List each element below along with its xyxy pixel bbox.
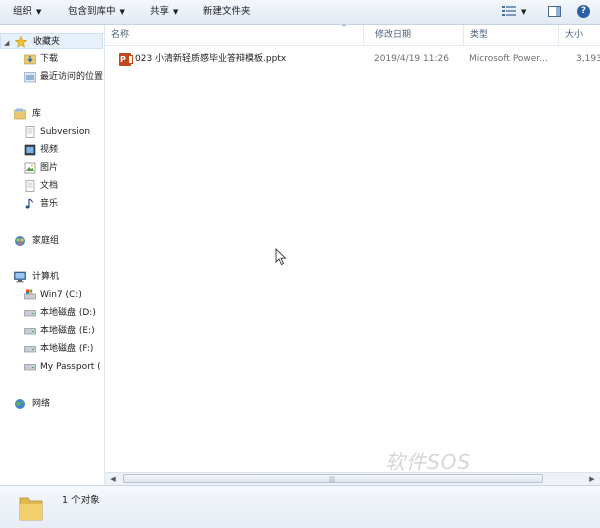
hard-drive-icon <box>24 310 36 317</box>
sidebar-item-label: 音乐 <box>40 199 59 209</box>
chevron-down-icon: ▼ <box>119 8 125 16</box>
view-options-button[interactable] <box>502 6 516 18</box>
hard-drive-icon <box>24 346 36 353</box>
view-list-icon <box>502 6 516 16</box>
sidebar-item-label: 本地磁盘 (D:) <box>40 308 96 318</box>
collapse-arrow-icon[interactable]: ◢ <box>4 35 9 51</box>
homegroup-icon <box>15 236 25 246</box>
downloads-folder-icon <box>24 54 36 65</box>
column-modified-label: 修改日期 <box>375 30 412 40</box>
library-icon <box>14 108 26 120</box>
column-size-label: 大小 <box>565 30 584 40</box>
picture-icon <box>24 162 36 174</box>
sidebar-item-favorites[interactable]: ◢ 收藏夹 <box>0 33 103 49</box>
sidebar-item-label: 视频 <box>40 145 59 155</box>
share-button[interactable]: 共享 ▼ <box>150 0 178 24</box>
table-row[interactable]: 023 小清新轻质感毕业答辩模板.pptx 2019/4/19 11:26 Mi… <box>105 49 600 69</box>
include-in-library-label: 包含到库中 <box>68 6 116 17</box>
sidebar-item-label: 计算机 <box>32 272 60 282</box>
command-toolbar: 组织 ▼ 包含到库中 ▼ 共享 ▼ 新建文件夹 ▼ ? <box>0 0 600 25</box>
powerpoint-file-icon <box>119 53 133 66</box>
external-drive-icon <box>24 364 36 371</box>
network-icon <box>15 399 25 409</box>
column-header-row: 名称 ^ 修改日期 类型 大小 <box>105 24 600 46</box>
watermark: 软件SOS <box>385 450 472 474</box>
chevron-down-icon: ▼ <box>173 8 179 16</box>
scroll-right-icon[interactable]: ▶ <box>586 473 598 485</box>
document-icon <box>25 180 35 192</box>
view-dropdown-button[interactable]: ▼ <box>521 0 526 24</box>
sidebar-item-label: 本地磁盘 (F:) <box>40 344 94 354</box>
details-pane: 1 个对象 <box>0 485 600 528</box>
chevron-down-icon: ▼ <box>521 8 527 16</box>
column-header-size[interactable]: 大小 <box>559 25 600 45</box>
column-header-name[interactable]: 名称 <box>105 25 364 45</box>
sidebar-item-label: 文档 <box>40 181 59 191</box>
sidebar-item-label: Subversion <box>40 127 91 137</box>
chevron-down-icon: ▼ <box>36 8 42 16</box>
help-button[interactable]: ? <box>577 5 590 18</box>
include-in-library-button[interactable]: 包含到库中 ▼ <box>68 0 125 24</box>
item-count: 1 个对象 <box>62 495 100 506</box>
hard-drive-icon <box>24 328 36 335</box>
file-type: Microsoft Power... <box>469 54 548 64</box>
column-header-modified[interactable]: 修改日期 <box>369 25 464 45</box>
horizontal-scrollbar[interactable]: ◀ ||| ▶ <box>105 472 600 485</box>
document-icon <box>25 126 35 138</box>
scroll-left-icon[interactable]: ◀ <box>107 473 119 485</box>
video-icon <box>24 144 36 156</box>
scrollbar-thumb[interactable]: ||| <box>123 474 543 483</box>
music-note-icon <box>25 198 34 209</box>
sidebar-item-label: 最近访问的位置 <box>40 72 104 82</box>
navigation-pane: ◢ 收藏夹 下载 最近访问的位置 库 Subversion 视频 图片 文档 音… <box>0 25 105 484</box>
recent-places-icon <box>24 72 36 83</box>
new-folder-label: 新建文件夹 <box>203 6 251 17</box>
file-name: 023 小清新轻质感毕业答辩模板.pptx <box>135 54 287 64</box>
sidebar-item-label: Win7 (C:) <box>40 290 82 300</box>
sidebar-item-label: 网络 <box>32 399 51 409</box>
sidebar-item-label: 家庭组 <box>32 236 60 246</box>
sort-ascending-icon: ^ <box>341 24 347 32</box>
file-size: 3,193 <box>576 54 600 64</box>
share-label: 共享 <box>150 6 170 17</box>
organize-button[interactable]: 组织 ▼ <box>13 0 41 24</box>
sidebar-item-label: 下载 <box>40 54 59 64</box>
sidebar-item-label: 收藏夹 <box>33 37 61 47</box>
sidebar-item-label: 库 <box>32 109 42 119</box>
sidebar-item-label: My Passport ( <box>40 362 101 372</box>
computer-icon <box>14 271 26 283</box>
column-name-label: 名称 <box>111 30 130 40</box>
grip-icon: ||| <box>329 476 336 483</box>
sidebar-item-label: 本地磁盘 (E:) <box>40 326 95 336</box>
column-header-type[interactable]: 类型 <box>464 25 559 45</box>
star-icon <box>15 36 27 48</box>
organize-label: 组织 <box>13 6 33 17</box>
preview-pane-button[interactable] <box>548 6 561 17</box>
file-modified: 2019/4/19 11:26 <box>374 54 449 64</box>
sidebar-item-label: 图片 <box>40 163 59 173</box>
mouse-cursor-icon <box>275 248 287 266</box>
folder-icon <box>19 497 43 521</box>
system-drive-icon <box>24 289 36 300</box>
column-type-label: 类型 <box>470 30 489 40</box>
new-folder-button[interactable]: 新建文件夹 <box>203 0 251 24</box>
